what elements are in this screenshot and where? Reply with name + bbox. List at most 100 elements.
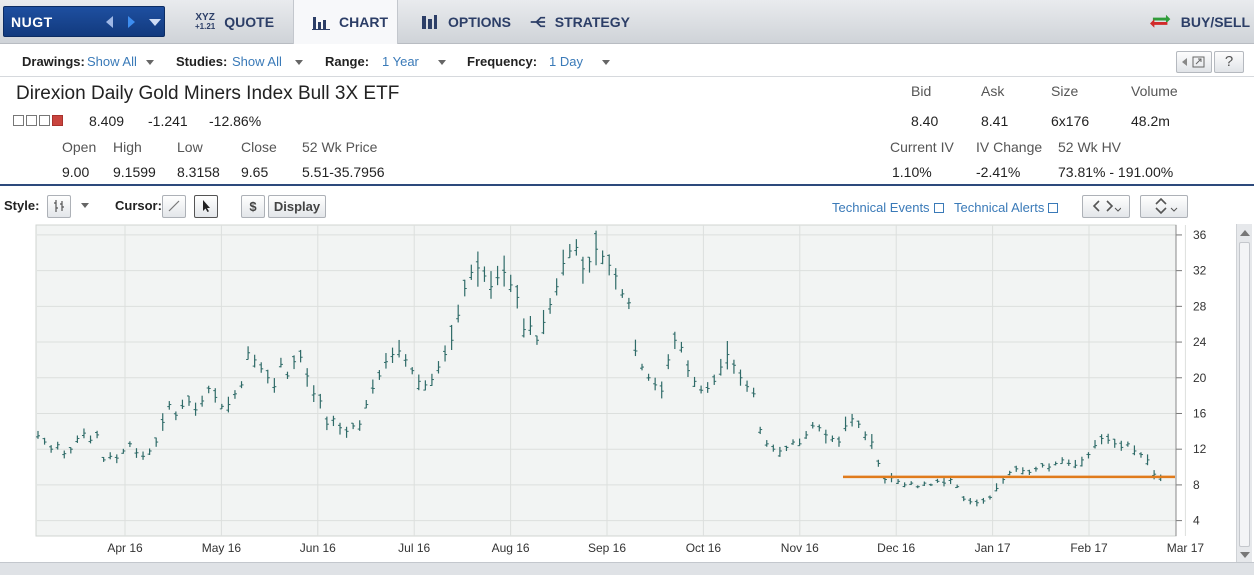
close-value: 9.65: [241, 164, 269, 180]
range-dropdown[interactable]: 1 Year: [382, 54, 419, 69]
x-tick-label: Nov 16: [781, 541, 819, 555]
scroll-up-icon[interactable]: [1240, 230, 1250, 236]
size-label: Size: [1051, 83, 1079, 99]
ohlc-style-icon: [54, 200, 64, 212]
bid-label: Bid: [911, 83, 932, 99]
next-symbol-icon[interactable]: [128, 16, 135, 28]
symbol-text: NUGT: [11, 14, 53, 30]
technical-events-label: Technical Events: [832, 200, 930, 215]
x-axis: Apr 16 May 16 Jun 16 Jul 16 Aug 16 Sep 16 Oct …: [107, 541, 1204, 555]
high-value: 9.1599: [113, 164, 156, 180]
wk52-label: 52 Wk Price: [302, 139, 378, 155]
studies-dropdown[interactable]: Show All: [232, 54, 282, 69]
popout-button[interactable]: [1176, 51, 1212, 73]
frequency-label: Frequency:: [467, 54, 538, 69]
symbol-dropdown-icon[interactable]: [149, 19, 161, 26]
ask-value: 8.41: [981, 113, 1009, 129]
current-iv-label: Current IV: [890, 139, 954, 155]
x-tick-label: Mar 17: [1167, 541, 1205, 555]
x-tick-label: Dec 16: [877, 541, 915, 555]
bid-value: 8.40: [911, 113, 939, 129]
pointer-cursor-button[interactable]: [194, 195, 218, 218]
low-value: 8.3158: [177, 164, 220, 180]
y-tick-label: 4: [1193, 514, 1200, 528]
chart-controls: Style: Cursor: $ Display Technical Event…: [0, 188, 1254, 224]
x-tick-label: Jun 16: [300, 541, 336, 555]
line-draw-icon: [168, 200, 180, 212]
tab-options[interactable]: OPTIONS: [421, 0, 511, 44]
y-tick-label: 28: [1193, 299, 1207, 313]
open-value: 9.00: [62, 164, 90, 180]
current-iv-value: 1.10%: [892, 164, 932, 180]
style-label: Style:: [4, 198, 40, 213]
tab-strategy[interactable]: STRATEGY: [530, 0, 630, 44]
y-tick-label: 16: [1193, 406, 1207, 420]
cursor-label: Cursor:: [115, 198, 162, 213]
drawings-caret-icon[interactable]: [146, 60, 154, 65]
high-label: High: [113, 139, 142, 155]
chart-toolbar: Drawings: Show All Studies: Show All Ran…: [0, 45, 1254, 77]
chart-area[interactable]: 4 8 12 16 20 24 28 32 36 Apr 16 May 16 Jun 16 Jul 1…: [0, 224, 1254, 575]
price-chart[interactable]: 4 8 12 16 20 24 28 32 36 Apr 16 May 16 Jun 16 Jul 1…: [0, 224, 1236, 564]
tab-chart[interactable]: CHART: [293, 0, 398, 44]
range-label: Range:: [325, 54, 370, 69]
y-tick-label: 20: [1193, 371, 1207, 385]
tab-options-label: OPTIONS: [447, 14, 511, 30]
y-tick-label: 36: [1193, 228, 1207, 242]
x-tick-label: Aug 16: [492, 541, 530, 555]
help-button[interactable]: ?: [1214, 51, 1244, 73]
x-tick-label: Jul 16: [398, 541, 430, 555]
alert-flag-icon[interactable]: [52, 115, 63, 126]
dollar-button[interactable]: $: [241, 195, 265, 218]
x-tick-label: May 16: [202, 541, 242, 555]
zoom-vertical-button[interactable]: [1140, 195, 1188, 218]
y-tick-label: 24: [1193, 335, 1207, 349]
technical-alerts-link[interactable]: Technical Alerts: [954, 200, 1059, 215]
close-label: Close: [241, 139, 277, 155]
style-button[interactable]: [47, 195, 71, 218]
display-button[interactable]: Display: [268, 195, 326, 218]
price-change: -1.241: [148, 113, 188, 129]
tab-quote[interactable]: XYZ +1.21 QUOTE: [195, 0, 275, 44]
low-label: Low: [177, 139, 203, 155]
vertical-zoom-icon: [1155, 197, 1178, 215]
external-link-icon: [1048, 203, 1059, 213]
frequency-dropdown[interactable]: 1 Day: [549, 54, 583, 69]
document-icon[interactable]: [39, 115, 50, 126]
frequency-caret-icon[interactable]: [602, 60, 610, 65]
previous-symbol-icon[interactable]: [106, 16, 113, 28]
last-price: 8.409: [89, 113, 125, 129]
scroll-down-icon[interactable]: [1240, 552, 1250, 558]
scroll-thumb[interactable]: [1239, 242, 1250, 547]
x-tick-label: Sep 16: [588, 541, 626, 555]
xyz-icon-text: XYZ: [195, 12, 215, 23]
window-icon[interactable]: [26, 115, 37, 126]
y-axis: 4 8 12 16 20 24 28 32 36: [1175, 225, 1207, 536]
iv-change-label: IV Change: [976, 139, 1043, 155]
quote-panel: Direxion Daily Gold Miners Index Bull 3X…: [0, 78, 1254, 186]
zoom-horizontal-button[interactable]: [1082, 195, 1130, 218]
range-caret-icon[interactable]: [438, 60, 446, 65]
volume-value: 48.2m: [1131, 113, 1170, 129]
y-tick-label: 8: [1193, 478, 1200, 492]
collapse-icon[interactable]: [13, 115, 24, 126]
bottom-scroll-strip[interactable]: [0, 562, 1254, 575]
iv-change-value: -2.41%: [976, 164, 1021, 180]
studies-caret-icon[interactable]: [295, 60, 303, 65]
style-caret-icon[interactable]: [81, 203, 89, 208]
horizontal-zoom-icon: [1092, 200, 1122, 212]
drawings-dropdown[interactable]: Show All: [87, 54, 137, 69]
studies-label: Studies:: [176, 54, 228, 69]
top-nav-bar: NUGT XYZ +1.21 QUOTE CHART OPTIONS STRAT…: [0, 0, 1254, 44]
buy-sell-button[interactable]: BUY/SELL: [1150, 0, 1250, 44]
x-tick-label: Apr 16: [107, 541, 143, 555]
drawings-label: Drawings:: [22, 54, 85, 69]
x-tick-label: Oct 16: [686, 541, 722, 555]
draw-line-cursor-button[interactable]: [162, 195, 186, 218]
technical-events-link[interactable]: Technical Events: [832, 200, 944, 215]
tab-chart-label: CHART: [339, 14, 388, 30]
vertical-scrollbar[interactable]: [1236, 224, 1252, 564]
wk52-hv-value: 73.81% - 191.00%: [1058, 164, 1174, 180]
symbol-selector[interactable]: NUGT: [3, 6, 165, 37]
x-tick-label: Feb 17: [1070, 541, 1108, 555]
